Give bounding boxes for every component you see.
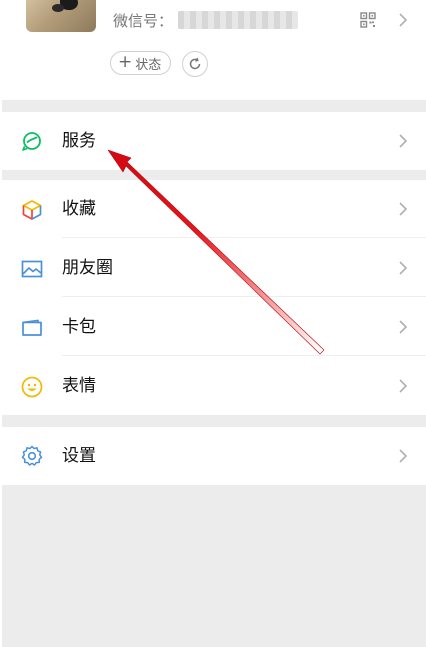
menu-label: 设置 [62,446,96,466]
menu-label: 朋友圈 [62,258,113,278]
chevron-right-icon [399,449,408,463]
section-separator [2,415,426,427]
menu-item-cards[interactable]: 卡包 [0,298,426,356]
wechat-id-label: 微信号： [113,12,174,30]
chevron-right-icon [399,13,408,27]
refresh-status-button[interactable] [182,51,208,77]
chevron-right-icon [399,379,408,393]
menu-item-settings[interactable]: 设置 [0,427,426,485]
card-wallet-icon [22,319,42,336]
refresh-icon [189,57,201,70]
menu-label: 卡包 [62,317,96,337]
services-icon [22,132,41,151]
gear-icon [21,445,43,466]
chevron-right-icon [399,202,408,216]
menu-item-favorites[interactable]: 收藏 [0,180,426,238]
moments-photo-icon [21,260,43,278]
menu-item-services[interactable]: 服务 [0,112,426,170]
status-button-label: 状态 [135,57,162,73]
chevron-right-icon [399,261,408,275]
menu-item-moments[interactable]: 朋友圈 [0,239,426,297]
plus-icon: + [118,51,133,72]
avatar[interactable] [26,0,96,32]
menu-item-stickers[interactable]: 表情 [0,357,426,415]
chevron-right-icon [399,320,408,334]
menu-label: 收藏 [62,199,96,219]
menu-label: 服务 [62,131,96,151]
qr-code-icon[interactable] [360,12,376,28]
row-divider [62,355,426,356]
section-separator [2,100,426,112]
wechat-id-value-redacted [178,11,298,29]
smiley-face-icon [21,376,43,398]
row-divider [62,296,426,297]
chevron-right-icon [399,134,408,148]
empty-background [2,485,426,647]
section-separator [2,170,426,180]
profile-header[interactable]: 微信号： + 状态 [0,0,426,100]
favorites-cube-icon [22,200,42,220]
menu-label: 表情 [62,376,96,396]
add-status-button[interactable]: + 状态 [110,51,172,75]
row-divider [62,237,426,238]
